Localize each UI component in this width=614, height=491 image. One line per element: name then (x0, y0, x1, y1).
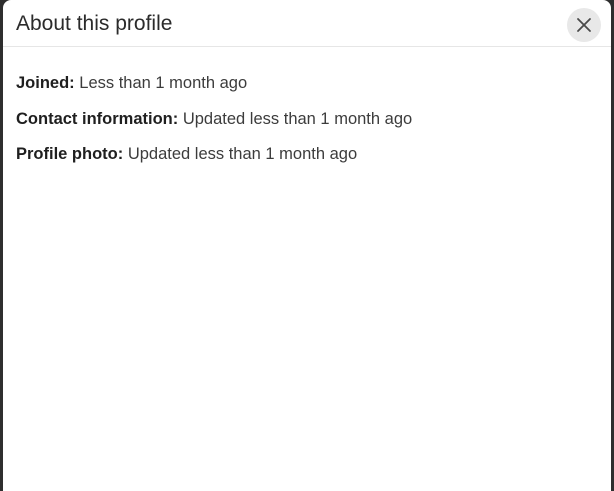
dialog-title: About this profile (16, 12, 173, 35)
joined-row: Joined: Less than 1 month ago (16, 73, 611, 93)
dialog-body: Joined: Less than 1 month ago Contact in… (3, 47, 611, 164)
profile-photo-label: Profile photo: (16, 145, 124, 163)
profile-photo-row: Profile photo: Updated less than 1 month… (16, 144, 611, 164)
joined-value: Less than 1 month ago (79, 74, 248, 92)
close-x-icon (577, 18, 591, 32)
contact-information-row: Contact information: Updated less than 1… (16, 109, 611, 129)
contact-information-label: Contact information: (16, 109, 179, 128)
close-button[interactable] (567, 8, 601, 42)
profile-photo-value: Updated less than 1 month ago (127, 145, 358, 163)
dialog-header: About this profile (3, 0, 611, 47)
contact-information-value: Updated less than 1 month ago (182, 109, 413, 128)
about-profile-dialog: About this profile Joined: Less than 1 m… (3, 0, 611, 491)
joined-label: Joined: (16, 74, 75, 92)
